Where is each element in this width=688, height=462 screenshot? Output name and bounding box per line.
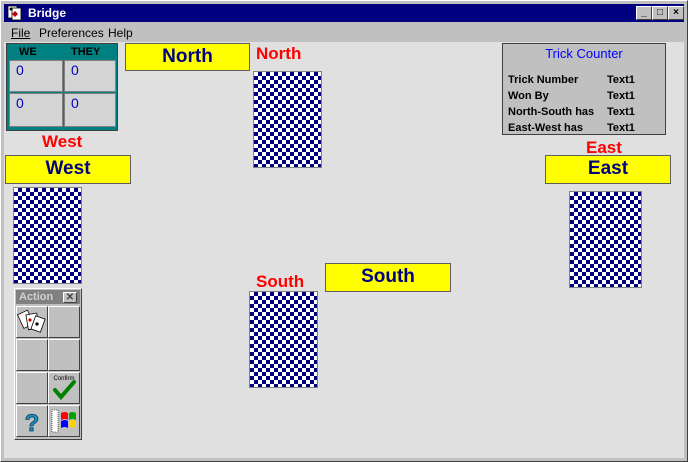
- action-button-2[interactable]: [48, 306, 80, 338]
- minimize-button[interactable]: _: [636, 6, 652, 20]
- east-name-box: East: [545, 155, 671, 184]
- action-button-5[interactable]: [16, 372, 48, 404]
- west-seat-label: West: [42, 132, 83, 151]
- action-button-3[interactable]: [16, 339, 48, 371]
- game-table: WE THEY 0 0 0 0 North North West West Ea…: [4, 42, 684, 458]
- deal-button[interactable]: [16, 306, 48, 338]
- bridge-app-icon: [7, 5, 22, 21]
- trick-counter-panel: Trick Counter Trick Number Text1 Won By …: [502, 43, 666, 135]
- svg-text:?: ?: [25, 410, 40, 436]
- close-button[interactable]: ×: [668, 6, 684, 20]
- west-card-back[interactable]: [13, 187, 82, 284]
- they-header: THEY: [71, 46, 101, 58]
- windows-button[interactable]: [48, 405, 80, 437]
- north-seat-label: North: [256, 44, 302, 63]
- action-toolbar-title: Action: [19, 291, 54, 303]
- north-card-back[interactable]: [253, 71, 322, 168]
- south-name-box: South: [325, 263, 451, 292]
- action-toolbar-close-button[interactable]: ✕: [63, 292, 77, 303]
- close-icon: ✕: [65, 292, 75, 303]
- trick-counter-title: Trick Counter: [545, 46, 623, 61]
- close-icon: ×: [673, 7, 679, 18]
- we-score-1: 0: [9, 60, 63, 92]
- action-toolbar-titlebar[interactable]: Action ✕: [16, 290, 80, 304]
- maximize-button[interactable]: □: [652, 6, 668, 20]
- confirm-label: Confirm: [53, 376, 74, 382]
- action-button-4[interactable]: [48, 339, 80, 371]
- windows-flag-icon: [51, 409, 76, 433]
- north-south-value: Text1: [607, 106, 635, 118]
- deal-cards-icon: [16, 309, 46, 333]
- south-seat-label: South: [256, 272, 305, 291]
- action-toolbar: Action ✕ Confirm ?: [14, 288, 82, 440]
- won-by-value: Text1: [607, 90, 635, 102]
- title-bar[interactable]: Bridge _ □ ×: [4, 4, 684, 22]
- scoreboard: WE THEY 0 0 0 0: [6, 43, 118, 131]
- west-name-box: West: [5, 155, 131, 184]
- they-score-2: 0: [64, 93, 116, 127]
- we-score-2: 0: [9, 93, 63, 127]
- east-west-label: East-West has: [508, 122, 583, 134]
- trick-number-value: Text1: [607, 74, 635, 86]
- menu-file[interactable]: File: [11, 23, 30, 43]
- south-card-back[interactable]: [249, 291, 318, 388]
- north-south-label: North-South has: [508, 106, 595, 118]
- menu-help[interactable]: Help: [108, 23, 133, 43]
- help-button[interactable]: ?: [16, 405, 48, 437]
- trick-number-label: Trick Number: [508, 74, 579, 86]
- east-west-value: Text1: [607, 122, 635, 134]
- minimize-icon: _: [641, 7, 647, 18]
- window-title: Bridge: [28, 6, 67, 20]
- we-header: WE: [19, 46, 37, 58]
- won-by-label: Won By: [508, 90, 549, 102]
- north-name-box: North: [125, 43, 250, 71]
- confirm-button[interactable]: Confirm: [48, 372, 80, 404]
- they-score-1: 0: [64, 60, 116, 92]
- confirm-check-icon: Confirm: [53, 376, 76, 401]
- east-card-back[interactable]: [569, 191, 642, 288]
- menu-preferences[interactable]: Preferences: [39, 23, 104, 43]
- help-question-icon: ?: [24, 410, 40, 438]
- maximize-icon: □: [656, 7, 664, 18]
- menu-bar: File Preferences Help: [4, 23, 684, 43]
- bridge-window: Bridge _ □ × File Preferences Help WE TH…: [0, 0, 688, 462]
